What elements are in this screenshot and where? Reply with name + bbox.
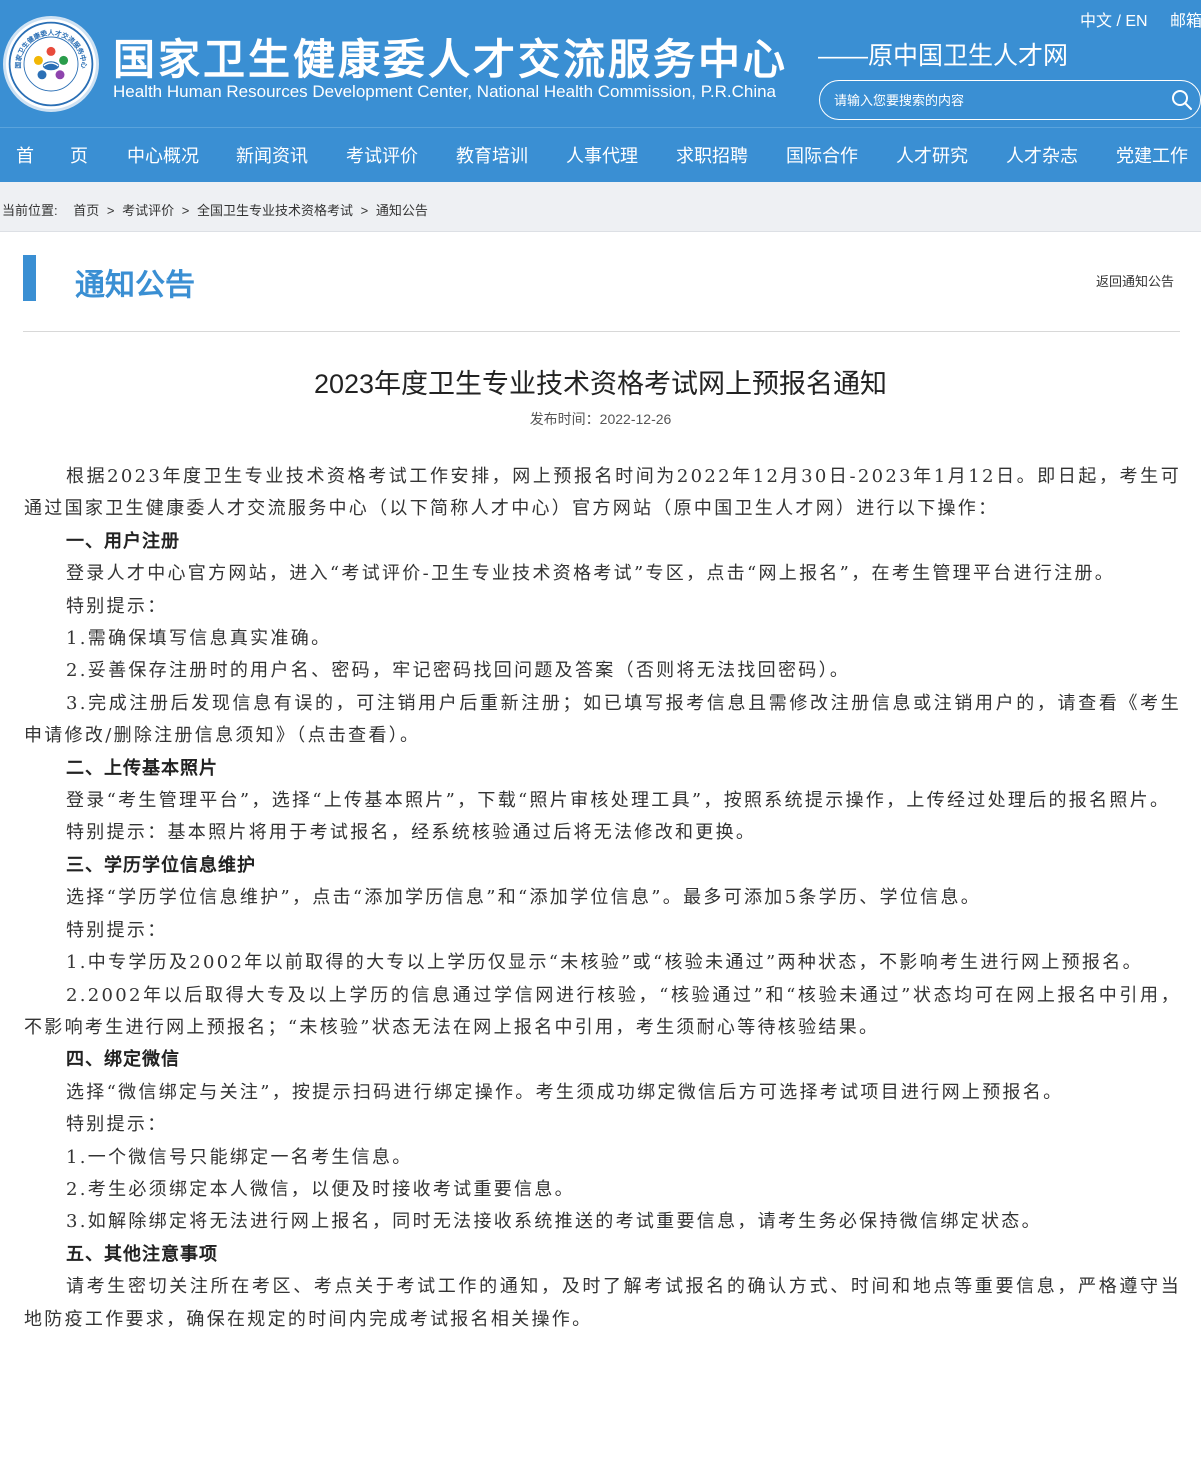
search-icon[interactable] xyxy=(1170,88,1194,112)
article-paragraph: 选择“学历学位信息维护”，点击“添加学历信息”和“添加学位信息”。最多可添加5条… xyxy=(66,887,982,909)
article-section-heading: 一、用户注册 xyxy=(66,530,180,552)
breadcrumb-label: 当前位置: xyxy=(2,203,58,218)
article-paragraph: 特别提示： xyxy=(66,1114,168,1136)
article-paragraph: 根据2023年度卫生专业技术资格考试工作安排，网上预报名时间为2022年12月3… xyxy=(24,466,1181,520)
search-input[interactable] xyxy=(834,89,1154,111)
article-section-heading: 四、绑定微信 xyxy=(66,1049,180,1071)
section-divider xyxy=(23,331,1180,332)
breadcrumb: 当前位置: 首页 > 考试评价 > 全国卫生专业技术资格考试 > 通知公告 xyxy=(2,200,428,219)
article-section-heading: 三、学历学位信息维护 xyxy=(66,854,256,876)
breadcrumb-exams-link[interactable]: 考试评价 xyxy=(122,203,174,218)
nav-item-research[interactable]: 人才研究 xyxy=(896,142,968,168)
article-paragraph: 2.考生必须绑定本人微信，以便及时接收考试重要信息。 xyxy=(66,1178,575,1200)
logo-emblem-icon: 国家卫生健康委人才交流服务中心 xyxy=(8,21,94,107)
main-nav: 首 页 中心概况 新闻资讯 考试评价 教育培训 人事代理 求职招聘 国际合作 人… xyxy=(0,127,1201,182)
breadcrumb-separator: > xyxy=(106,203,115,218)
publish-date: 发布时间：2022-12-26 xyxy=(529,411,672,427)
back-to-notices-link[interactable]: 返回通知公告 xyxy=(1096,271,1174,290)
article-paragraph: 2.2002年以后取得大专及以上学历的信息通过学信网进行核验，“核验通过”和“核… xyxy=(24,984,1181,1038)
nav-item-jobs[interactable]: 求职招聘 xyxy=(676,142,748,168)
breadcrumb-notices-link[interactable]: 通知公告 xyxy=(376,203,428,218)
breadcrumb-bar: 当前位置: 首页 > 考试评价 > 全国卫生专业技术资格考试 > 通知公告 xyxy=(0,182,1201,232)
article-section-heading: 五、其他注意事项 xyxy=(66,1243,218,1265)
nav-item-exams[interactable]: 考试评价 xyxy=(346,142,418,168)
article-paragraph: 登录“考生管理平台”，选择“上传基本照片”，下载“照片审核处理工具”，按照系统提… xyxy=(66,790,1171,812)
breadcrumb-qualification-exam-link[interactable]: 全国卫生专业技术资格考试 xyxy=(197,203,353,218)
section-title: 通知公告 xyxy=(75,269,195,302)
nav-item-home[interactable]: 首 页 xyxy=(16,142,88,168)
breadcrumb-separator: > xyxy=(360,203,369,218)
article-paragraph: 1.中专学历及2002年以前取得的大专以上学历仅显示“未核验”或“核验未通过”两… xyxy=(66,952,1143,974)
breadcrumb-separator: > xyxy=(181,203,190,218)
article-paragraph: 3.如解除绑定将无法进行网上报名，同时无法接收系统推送的考试重要信息，请考生务必… xyxy=(66,1211,1042,1233)
article-paragraph: 1.一个微信号只能绑定一名考生信息。 xyxy=(66,1146,413,1168)
article-paragraph: 选择“微信绑定与关注”，按提示扫码进行绑定操作。考生须成功绑定微信后方可选择考试… xyxy=(66,1081,1064,1103)
site-subtitle-english: Health Human Resources Development Cente… xyxy=(113,82,776,101)
nav-item-personnel-agency[interactable]: 人事代理 xyxy=(566,142,638,168)
breadcrumb-home-link[interactable]: 首页 xyxy=(73,203,99,218)
article-paragraph: 2.妥善保存注册时的用户名、密码，牢记密码找回问题及答案（否则将无法找回密码）。 xyxy=(66,660,851,682)
article-paragraph: 请考生密切关注所在考区、考点关于考试工作的通知，及时了解考试报名的确认方式、时间… xyxy=(24,1276,1181,1330)
section-accent-bar xyxy=(23,255,36,301)
article-title: 2023年度卫生专业技术资格考试网上预报名通知 xyxy=(313,369,888,399)
article-paragraph: 3.完成注册后发现信息有误的，可注销用户后重新注册；如已填写报考信息且需修改注册… xyxy=(24,692,1181,747)
site-title: 国家卫生健康委人才交流服务中心 xyxy=(113,35,789,84)
mailbox-link[interactable]: 邮箱 xyxy=(1170,7,1201,31)
nav-item-magazine[interactable]: 人才杂志 xyxy=(1006,142,1078,168)
article-paragraph: 1.需确保填写信息真实准确。 xyxy=(66,628,332,650)
site-former-name: ——原中国卫生人才网 xyxy=(818,42,1069,70)
nav-item-party-building[interactable]: 党建工作 xyxy=(1116,142,1188,168)
site-header: 国家卫生健康委人才交流服务中心 国家卫生健康委人才交流服务中心 Health H… xyxy=(0,0,1201,127)
search-box xyxy=(819,80,1201,120)
article-body: 根据2023年度卫生专业技术资格考试工作安排，网上预报名时间为2022年12月3… xyxy=(24,461,1181,1336)
article-paragraph: 特别提示： xyxy=(66,595,168,617)
language-switch-link[interactable]: 中文 / EN xyxy=(1080,7,1148,31)
article-paragraph: 登录人才中心官方网站，进入“考试评价-卫生专业技术资格考试”专区，点击“网上报名… xyxy=(66,563,1116,585)
site-logo[interactable]: 国家卫生健康委人才交流服务中心 xyxy=(3,16,99,112)
article-paragraph: 特别提示：基本照片将用于考试报名，经系统核验通过后将无法修改和更换。 xyxy=(66,822,757,844)
nav-item-international[interactable]: 国际合作 xyxy=(786,142,858,168)
article-paragraph: 特别提示： xyxy=(66,919,168,941)
nav-item-training[interactable]: 教育培训 xyxy=(456,142,528,168)
nav-item-news[interactable]: 新闻资讯 xyxy=(236,142,308,168)
nav-item-about[interactable]: 中心概况 xyxy=(127,142,199,168)
article-section-heading: 二、上传基本照片 xyxy=(66,757,218,779)
